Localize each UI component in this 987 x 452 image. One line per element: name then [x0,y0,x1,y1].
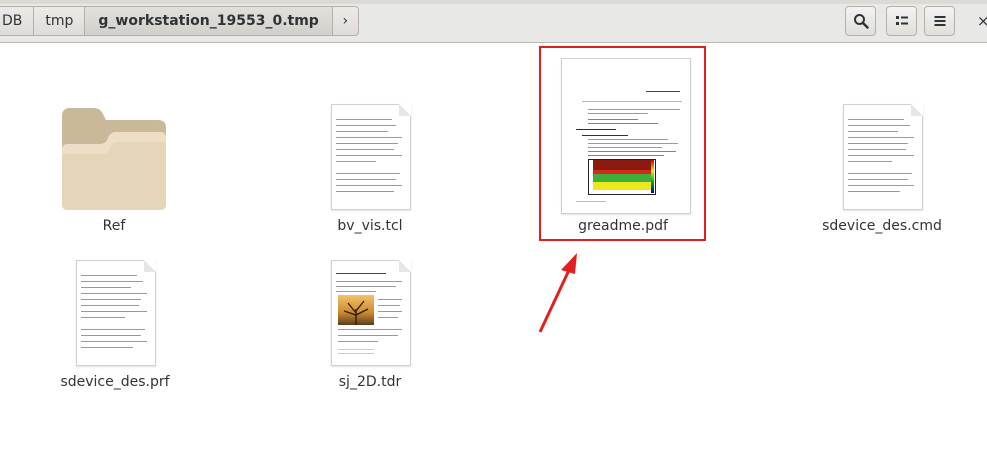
search-button[interactable] [845,6,876,36]
folder-icon [62,108,166,210]
annotation-arrow [538,253,577,333]
breadcrumb-forward-button[interactable]: › [331,6,359,36]
text-document-icon [331,104,411,210]
file-name: sj_2D.tdr [338,374,402,390]
file-name: Ref [102,218,126,234]
text-document-icon [76,260,156,366]
menu-button[interactable] [924,6,955,36]
breadcrumb-item-current-folder[interactable]: g_workstation_19553_0.tmp [84,6,333,36]
list-view-icon [896,16,908,25]
breadcrumb-item-tmp[interactable]: tmp [33,6,86,36]
image-document-icon [331,260,411,366]
view-toggle-button[interactable] [886,6,917,36]
highlight-box [539,46,706,241]
header-bar: DB tmp g_workstation_19553_0.tmp › × [0,0,987,43]
window-top-strip [0,0,987,4]
file-name: sdevice_des.prf [60,374,170,390]
file-item-sj-2d-tdr[interactable]: sj_2D.tdr [290,256,450,396]
file-item-sdevice-des-prf[interactable]: sdevice_des.prf [35,256,195,396]
file-item-ref[interactable]: Ref [34,100,194,240]
file-item-sdevice-des-cmd[interactable]: sdevice_des.cmd [802,100,962,240]
sunset-image-thumbnail [338,295,374,325]
search-icon [854,14,869,29]
file-item-bv-vis-tcl[interactable]: bv_vis.tcl [290,100,450,240]
text-document-icon [843,104,923,210]
breadcrumb-item-db[interactable]: DB [0,6,35,36]
file-name: bv_vis.tcl [337,218,403,234]
breadcrumb: DB tmp g_workstation_19553_0.tmp › [0,6,359,36]
close-button[interactable]: × [977,6,987,36]
file-name: sdevice_des.cmd [822,218,942,234]
hamburger-menu-icon [934,16,946,26]
